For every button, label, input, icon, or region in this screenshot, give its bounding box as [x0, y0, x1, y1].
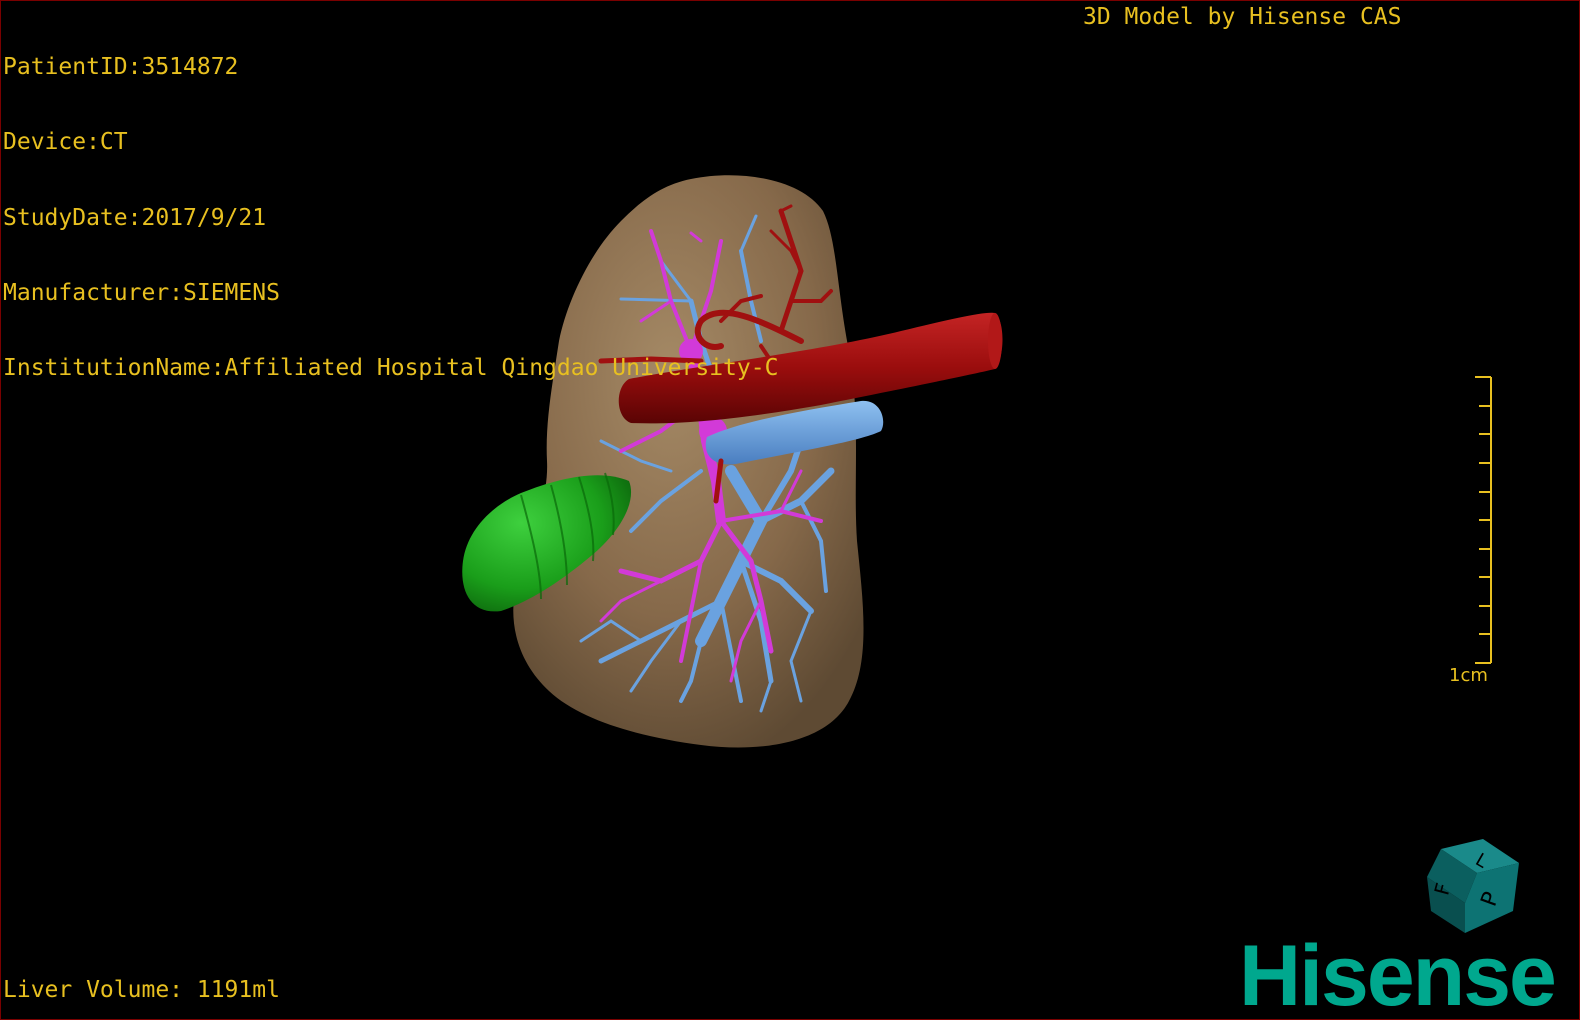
- institution-name: InstitutionName:Affiliated Hospital Qing…: [3, 355, 779, 382]
- scale-label: 1cm: [1449, 665, 1488, 686]
- model-title: 3D Model by Hisense CAS: [1083, 4, 1402, 30]
- manufacturer: Manufacturer:SIEMENS: [3, 279, 280, 306]
- study-date: StudyDate:2017/9/21: [3, 204, 267, 231]
- hisense-logo: Hisense: [1239, 928, 1557, 1020]
- scale-bar-icon: [1475, 376, 1492, 664]
- patient-info-overlay: PatientID:3514872 Device:CT StudyDate:20…: [3, 5, 778, 431]
- 3d-viewport[interactable]: PatientID:3514872 Device:CT StudyDate:20…: [0, 0, 1580, 1020]
- liver-volume: Liver Volume: 1191ml: [3, 977, 280, 1003]
- patient-id: PatientID:3514872: [3, 54, 239, 80]
- aorta-end: [988, 313, 1002, 369]
- device: Device:CT: [3, 129, 128, 156]
- orientation-cube-icon[interactable]: P F L: [1421, 837, 1525, 937]
